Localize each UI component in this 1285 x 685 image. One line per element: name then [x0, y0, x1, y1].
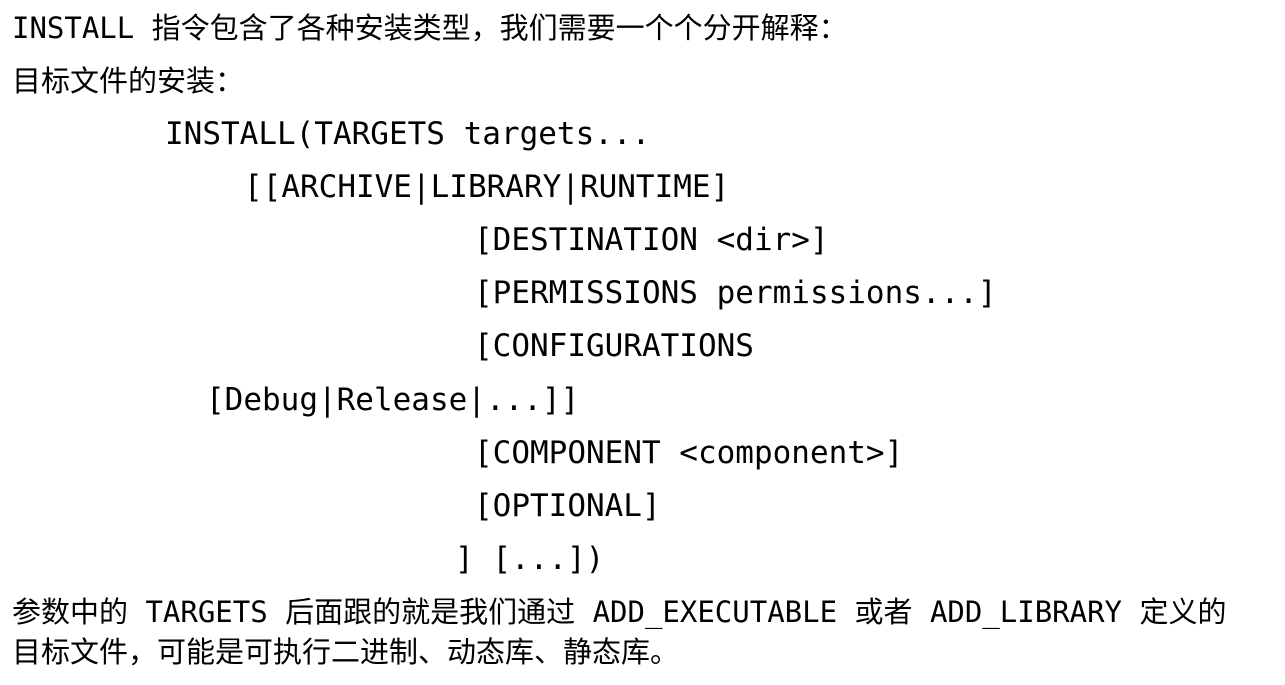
intro-paragraph: INSTALL 指令包含了各种安装类型，我们需要一个个分开解释：	[12, 11, 848, 45]
code-line: INSTALL(TARGETS targets...	[165, 116, 651, 152]
code-line: ] [...])	[455, 541, 605, 577]
subheading-target-install: 目标文件的安装：	[12, 64, 245, 98]
code-line: [PERMISSIONS permissions...]	[474, 275, 997, 311]
code-line: [OPTIONAL]	[474, 488, 661, 524]
code-line: [[ARCHIVE|LIBRARY|RUNTIME]	[244, 169, 730, 205]
code-line: [CONFIGURATIONS	[474, 328, 754, 364]
explanation-line-2: 目标文件，可能是可执行二进制、动态库、静态库。	[12, 635, 680, 669]
explanation-line-1: 参数中的 TARGETS 后面跟的就是我们通过 ADD_EXECUTABLE 或…	[12, 595, 1227, 629]
code-line: [Debug|Release|...]]	[206, 382, 580, 418]
code-line: [DESTINATION <dir>]	[474, 222, 829, 258]
code-line: [COMPONENT <component>]	[474, 435, 904, 471]
